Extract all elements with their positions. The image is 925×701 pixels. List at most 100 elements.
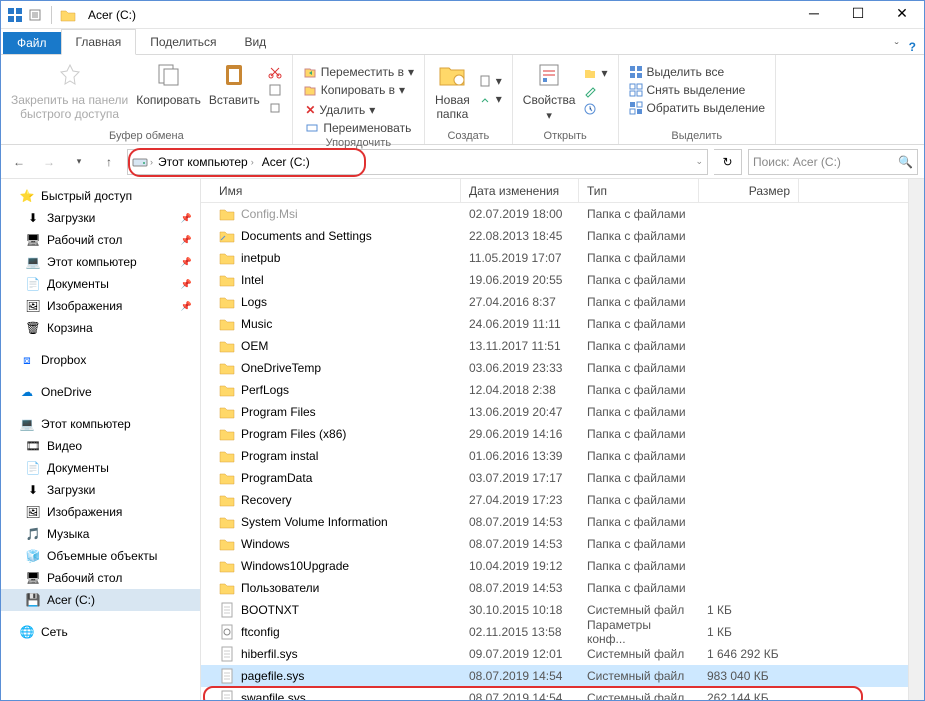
ribbon-collapse-icon[interactable]: ˇ bbox=[895, 40, 899, 54]
new-item-button[interactable]: ▾ bbox=[478, 74, 502, 88]
refresh-button[interactable]: ↻ bbox=[714, 149, 742, 175]
select-none-button[interactable]: Снять выделение bbox=[629, 83, 766, 97]
file-row[interactable]: inetpub11.05.2019 17:07Папка с файлами bbox=[201, 247, 908, 269]
file-type: Папка с файлами bbox=[579, 427, 699, 441]
file-row[interactable]: Logs27.04.2016 8:37Папка с файлами bbox=[201, 291, 908, 313]
file-row[interactable]: Program instal01.06.2016 13:39Папка с фа… bbox=[201, 445, 908, 467]
cut-button[interactable] bbox=[268, 65, 282, 79]
crumb-dropdown-icon[interactable]: ⌄ bbox=[695, 156, 703, 167]
file-row[interactable]: Пользователи08.07.2019 14:53Папка с файл… bbox=[201, 577, 908, 599]
paste-button[interactable]: Вставить bbox=[209, 59, 260, 121]
file-row[interactable]: pagefile.sys08.07.2019 14:54Системный фа… bbox=[201, 665, 908, 687]
crumb-thispc[interactable]: Этот компьютер › bbox=[155, 155, 257, 169]
document-icon: 📄 bbox=[25, 276, 41, 292]
sidebar-item-dropbox[interactable]: ⧈Dropbox bbox=[1, 349, 200, 371]
select-invert-button[interactable]: Обратить выделение bbox=[629, 101, 766, 115]
sidebar-item-quick[interactable]: ⭐Быстрый доступ bbox=[1, 185, 200, 207]
open-button[interactable]: ▾ bbox=[583, 66, 607, 80]
sidebar-item-acer[interactable]: 💾Acer (C:) bbox=[1, 589, 200, 611]
sidebar-item-desktop[interactable]: 🖥Рабочий стол📌 bbox=[1, 229, 200, 251]
sidebar-item-thispc[interactable]: 💻Этот компьютер bbox=[1, 413, 200, 435]
file-row[interactable]: Windows10Upgrade10.04.2019 19:12Папка с … bbox=[201, 555, 908, 577]
file-row[interactable]: swapfile.sys08.07.2019 14:54Системный фа… bbox=[201, 687, 908, 700]
file-name: Documents and Settings bbox=[241, 229, 372, 243]
sidebar-item-3dobjects[interactable]: 🧊Объемные объекты bbox=[1, 545, 200, 567]
minimize-button[interactable]: ─ bbox=[792, 1, 836, 29]
file-row[interactable]: Program Files13.06.2019 20:47Папка с фай… bbox=[201, 401, 908, 423]
search-input[interactable]: Поиск: Acer (C:) 🔍 bbox=[748, 149, 918, 175]
col-name: Имя bbox=[201, 179, 461, 202]
file-name: Music bbox=[241, 317, 272, 331]
sidebar-item-music[interactable]: 🎵Музыка bbox=[1, 523, 200, 545]
folder-icon bbox=[219, 426, 235, 442]
file-row[interactable]: Config.Msi02.07.2019 18:00Папка с файлам… bbox=[201, 203, 908, 225]
file-row[interactable]: ftconfig02.11.2015 13:58Параметры конф..… bbox=[201, 621, 908, 643]
tab-share[interactable]: Поделиться bbox=[136, 30, 230, 54]
file-row[interactable]: ProgramData03.07.2019 17:17Папка с файла… bbox=[201, 467, 908, 489]
sidebar[interactable]: ⭐Быстрый доступ ⬇Загрузки📌 🖥Рабочий стол… bbox=[1, 179, 201, 700]
file-row[interactable]: Intel19.06.2019 20:55Папка с файлами bbox=[201, 269, 908, 291]
file-row[interactable]: PerfLogs12.04.2018 2:38Папка с файлами bbox=[201, 379, 908, 401]
file-row[interactable]: Documents and Settings22.08.2013 18:45Па… bbox=[201, 225, 908, 247]
file-date: 19.06.2019 20:55 bbox=[461, 273, 579, 287]
file-row[interactable]: BOOTNXT30.10.2015 10:18Системный файл1 К… bbox=[201, 599, 908, 621]
move-to-button[interactable]: Переместить в ▾ bbox=[303, 65, 414, 79]
file-type: Папка с файлами bbox=[579, 273, 699, 287]
copy-button[interactable]: Копировать bbox=[136, 59, 201, 121]
copy-to-button[interactable]: Копировать в ▾ bbox=[303, 83, 414, 97]
scrollbar[interactable] bbox=[908, 179, 924, 700]
sidebar-item-pictures[interactable]: 🖼Изображения📌 bbox=[1, 295, 200, 317]
sidebar-item-trash[interactable]: 🗑Корзина bbox=[1, 317, 200, 339]
sidebar-item-documents2[interactable]: 📄Документы bbox=[1, 457, 200, 479]
sidebar-item-desktop2[interactable]: 🖥Рабочий стол bbox=[1, 567, 200, 589]
select-all-button[interactable]: Выделить все bbox=[629, 65, 766, 79]
nav-forward-button[interactable]: → bbox=[37, 150, 61, 174]
help-icon[interactable]: ? bbox=[909, 40, 916, 54]
delete-button[interactable]: ✕ Удалить ▾ bbox=[305, 103, 411, 117]
file-row[interactable]: Program Files (x86)29.06.2019 14:16Папка… bbox=[201, 423, 908, 445]
nav-back-button[interactable]: ← bbox=[7, 150, 31, 174]
edit-button[interactable] bbox=[583, 84, 607, 98]
easy-access-button[interactable]: ▾ bbox=[478, 92, 502, 106]
history-button[interactable] bbox=[583, 102, 607, 116]
file-row[interactable]: OneDriveTemp03.06.2019 23:33Папка с файл… bbox=[201, 357, 908, 379]
sidebar-item-documents[interactable]: 📄Документы📌 bbox=[1, 273, 200, 295]
file-size: 983 040 КБ bbox=[699, 669, 799, 683]
sidebar-item-downloads[interactable]: ⬇Загрузки📌 bbox=[1, 207, 200, 229]
column-headers[interactable]: Имя Дата изменения Тип Размер bbox=[201, 179, 908, 203]
drive-icon bbox=[132, 154, 148, 170]
tab-file[interactable]: Файл bbox=[3, 32, 61, 54]
file-row[interactable]: Recovery27.04.2019 17:23Папка с файлами bbox=[201, 489, 908, 511]
properties-button[interactable]: Свойства▾ bbox=[523, 59, 576, 122]
tab-home[interactable]: Главная bbox=[61, 29, 137, 55]
file-type: Папка с файлами bbox=[579, 361, 699, 375]
maximize-button[interactable]: ☐ bbox=[836, 1, 880, 29]
sidebar-item-network[interactable]: 🌐Сеть bbox=[1, 621, 200, 643]
file-row[interactable]: hiberfil.sys09.07.2019 12:01Системный фа… bbox=[201, 643, 908, 665]
rename-button[interactable]: Переименовать bbox=[305, 121, 411, 135]
sidebar-item-thispc-pinned[interactable]: 💻Этот компьютер📌 bbox=[1, 251, 200, 273]
tab-view[interactable]: Вид bbox=[230, 30, 280, 54]
folder-icon bbox=[219, 536, 235, 552]
crumb-drive[interactable]: Acer (C:) bbox=[259, 155, 313, 169]
pin-quickaccess-button[interactable]: Закрепить на панели быстрого доступа bbox=[11, 59, 128, 121]
paste-shortcut-button[interactable] bbox=[268, 101, 282, 115]
file-row[interactable]: Music24.06.2019 11:11Папка с файлами bbox=[201, 313, 908, 335]
nav-recent-button[interactable]: ▾ bbox=[67, 150, 91, 174]
close-button[interactable]: ✕ bbox=[880, 1, 924, 29]
file-row[interactable]: Windows08.07.2019 14:53Папка с файлами bbox=[201, 533, 908, 555]
file-row[interactable]: OEM13.11.2017 11:51Папка с файлами bbox=[201, 335, 908, 357]
qat-properties-icon[interactable] bbox=[27, 7, 43, 23]
sidebar-item-pictures2[interactable]: 🖼Изображения bbox=[1, 501, 200, 523]
file-date: 30.10.2015 10:18 bbox=[461, 603, 579, 617]
file-row[interactable]: System Volume Information08.07.2019 14:5… bbox=[201, 511, 908, 533]
breadcrumb[interactable]: › Этот компьютер › Acer (C:) ⌄ bbox=[127, 149, 708, 175]
sidebar-item-videos[interactable]: 🎞Видео bbox=[1, 435, 200, 457]
copy-path-button[interactable] bbox=[268, 83, 282, 97]
nav-up-button[interactable]: ↑ bbox=[97, 150, 121, 174]
sidebar-item-downloads2[interactable]: ⬇Загрузки bbox=[1, 479, 200, 501]
new-folder-button[interactable]: Новая папка bbox=[435, 59, 470, 121]
file-type: Папка с файлами bbox=[579, 251, 699, 265]
sidebar-item-onedrive[interactable]: ☁OneDrive bbox=[1, 381, 200, 403]
pictures-icon: 🖼 bbox=[25, 504, 41, 520]
